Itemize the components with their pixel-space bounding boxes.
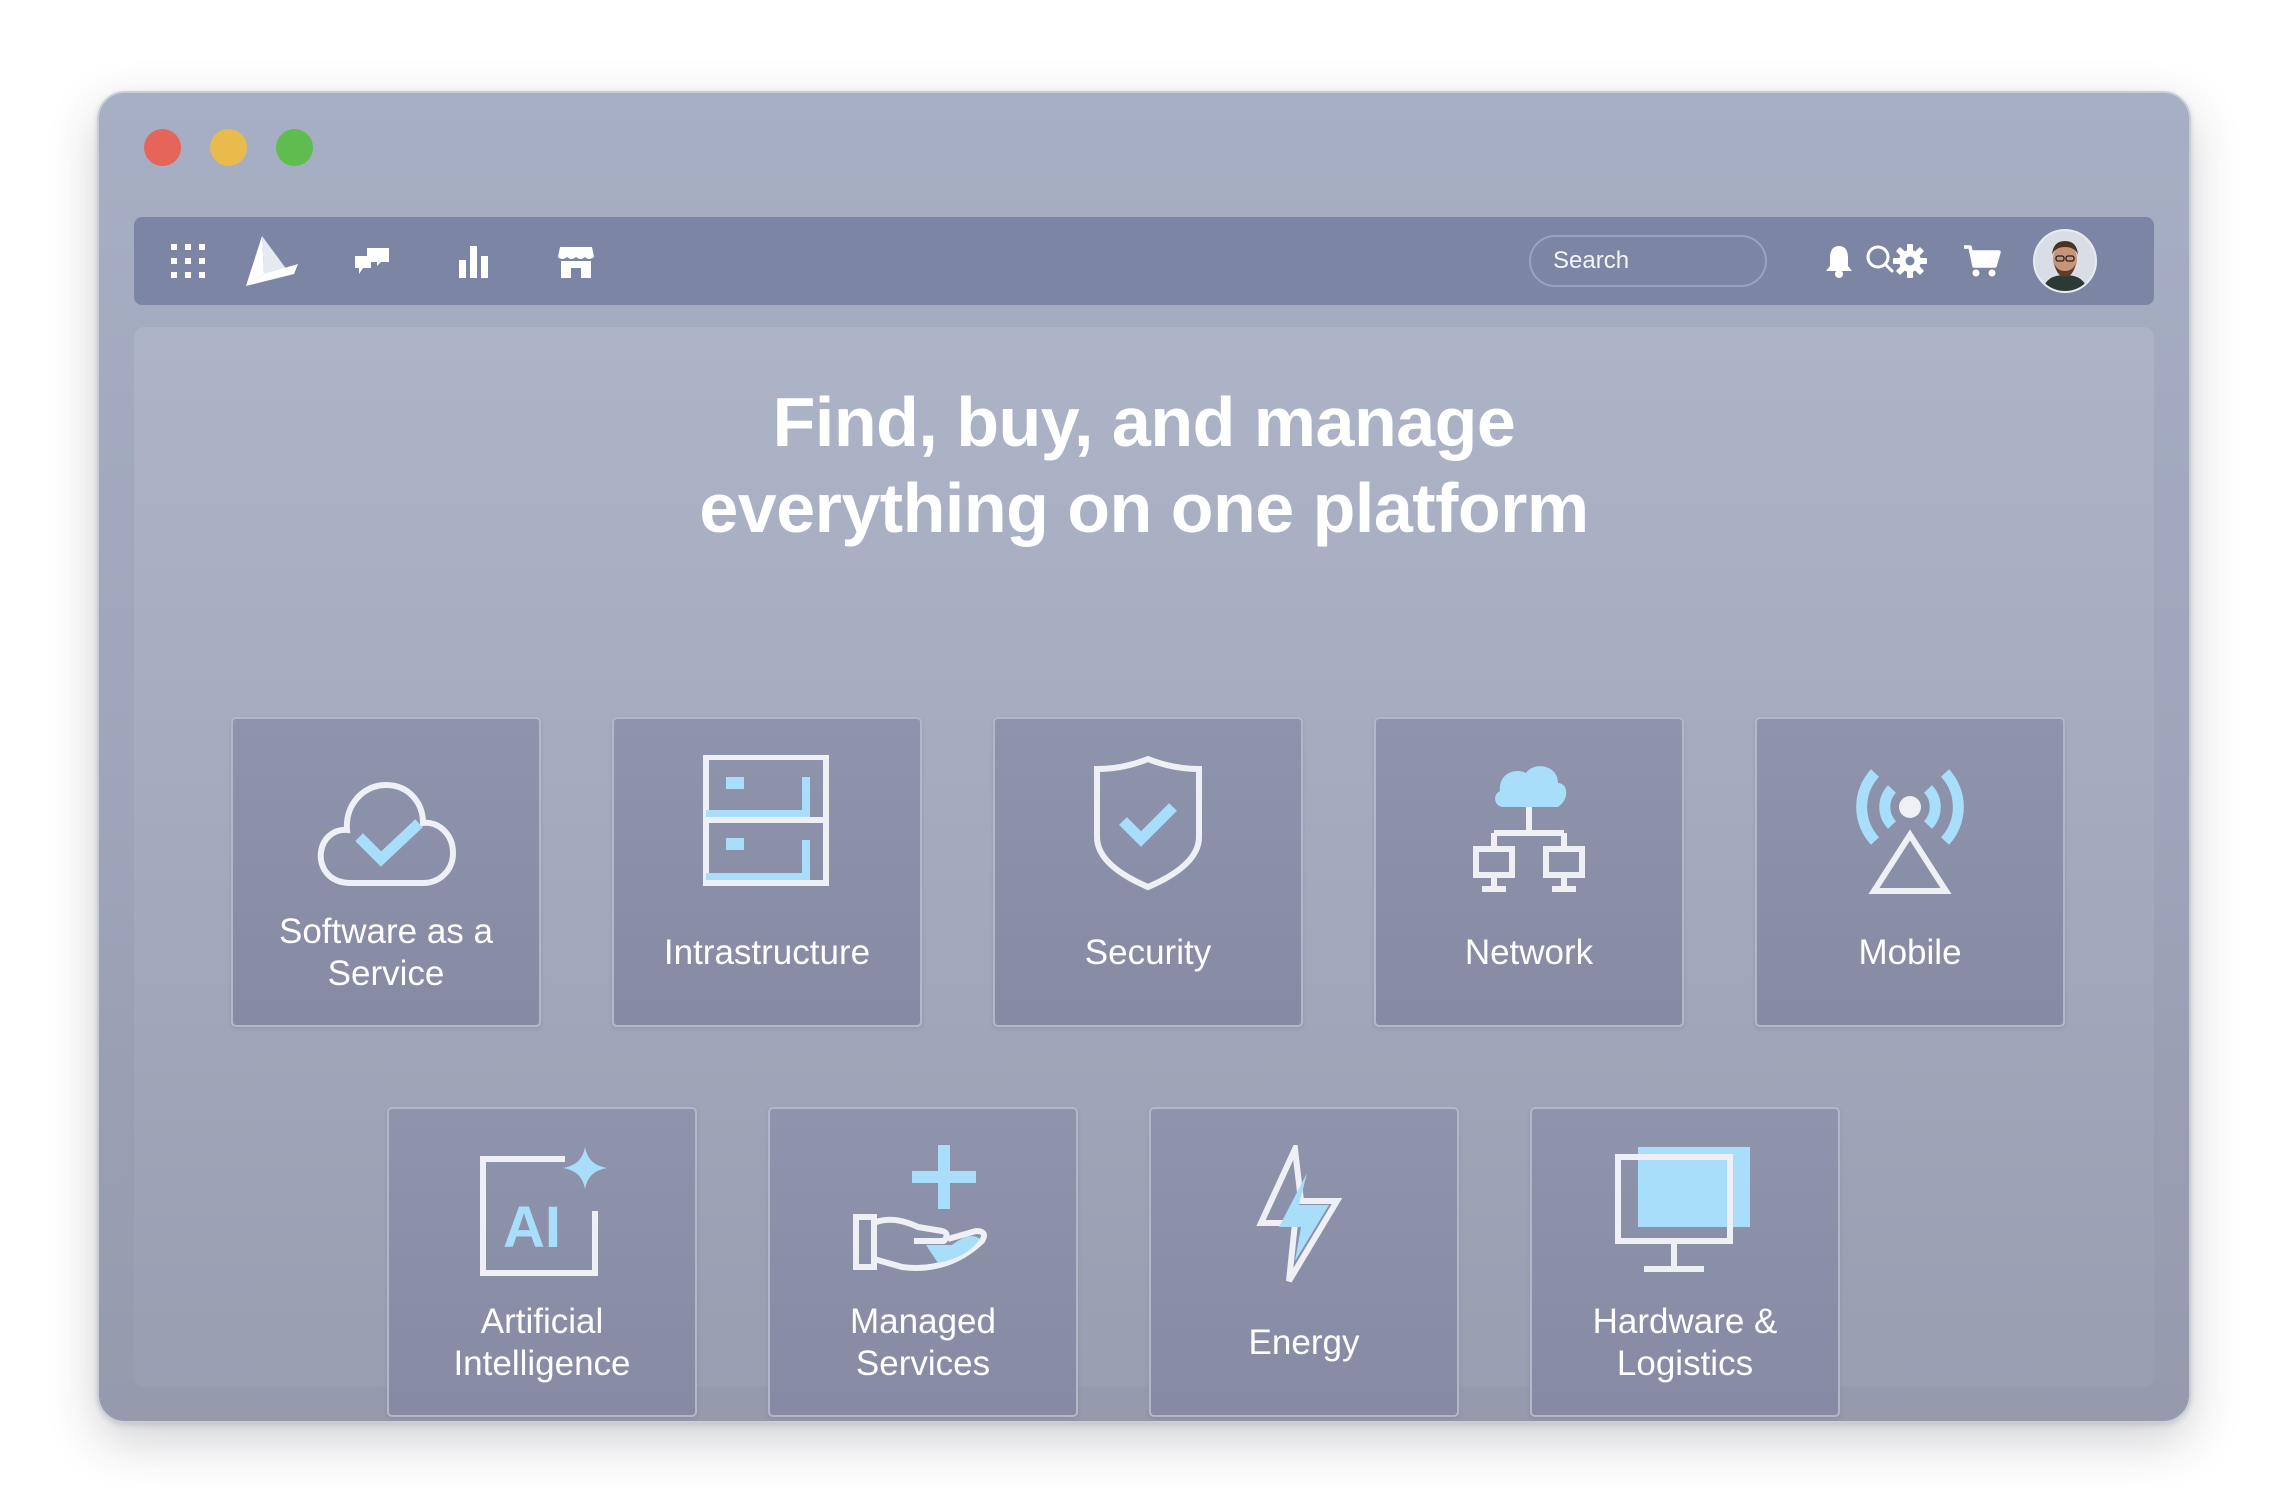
minimize-button[interactable] (210, 129, 247, 166)
category-label: Security (1084, 933, 1212, 972)
network-icon (1473, 766, 1585, 892)
monitor-icon (1615, 1147, 1750, 1272)
category-label: Intrastructure (663, 933, 871, 972)
lightning-icon (1256, 1145, 1343, 1283)
cloud-check-icon (317, 781, 457, 886)
category-label: Network (1464, 933, 1594, 972)
apps-grid-icon[interactable] (168, 217, 208, 305)
user-avatar[interactable] (2033, 229, 2097, 293)
server-icon (703, 755, 829, 886)
page-title: Find, buy, and manage everything on one … (134, 379, 2154, 551)
category-card-security[interactable]: Security (993, 717, 1303, 1027)
svg-text:AI: AI (503, 1195, 561, 1260)
category-card-saas[interactable]: Software as a Service (231, 717, 541, 1027)
brand-logo-icon[interactable] (244, 217, 300, 305)
category-label: Hardware & Logistics (1592, 1302, 1778, 1383)
close-button[interactable] (144, 129, 181, 166)
category-label: Artificial Intelligence (453, 1302, 631, 1383)
category-card-energy[interactable]: Energy (1149, 1107, 1459, 1417)
shield-check-icon (1094, 755, 1202, 891)
maximize-button[interactable] (276, 129, 313, 166)
category-card-managed-services[interactable]: Managed Services (768, 1107, 1078, 1417)
category-card-mobile[interactable]: Mobile (1755, 717, 2065, 1027)
hand-plus-icon (853, 1145, 987, 1271)
bell-icon[interactable] (1822, 217, 1856, 305)
gear-icon[interactable] (1892, 217, 1928, 305)
category-label: Energy (1248, 1323, 1360, 1362)
search-icon[interactable] (1865, 244, 1895, 279)
category-label: Mobile (1858, 933, 1962, 972)
category-card-infrastructure[interactable]: Intrastructure (612, 717, 922, 1027)
category-card-ai[interactable]: AI Artificial Intelligence (387, 1107, 697, 1417)
page-title-line1: Find, buy, and manage (772, 383, 1516, 461)
bar-chart-icon[interactable] (456, 217, 492, 305)
category-label: Managed Services (850, 1302, 996, 1383)
storefront-icon[interactable] (556, 217, 596, 305)
category-card-hardware[interactable]: Hardware & Logistics (1530, 1107, 1840, 1417)
antenna-icon (1856, 769, 1964, 894)
window-controls (144, 129, 313, 166)
feedback-icon[interactable] (352, 217, 392, 305)
browser-window: Find, buy, and manage everything on one … (97, 91, 2191, 1423)
ai-sparkle-icon: AI (480, 1147, 607, 1276)
cart-icon[interactable] (1962, 217, 2002, 305)
category-card-network[interactable]: Network (1374, 717, 1684, 1027)
main-content: Find, buy, and manage everything on one … (134, 327, 2154, 1417)
category-label: Software as a Service (279, 912, 493, 993)
search-bar[interactable] (1529, 235, 1894, 287)
page-title-line2: everything on one platform (699, 469, 1589, 547)
top-navbar (134, 217, 2154, 305)
search-input[interactable] (1551, 246, 1865, 276)
